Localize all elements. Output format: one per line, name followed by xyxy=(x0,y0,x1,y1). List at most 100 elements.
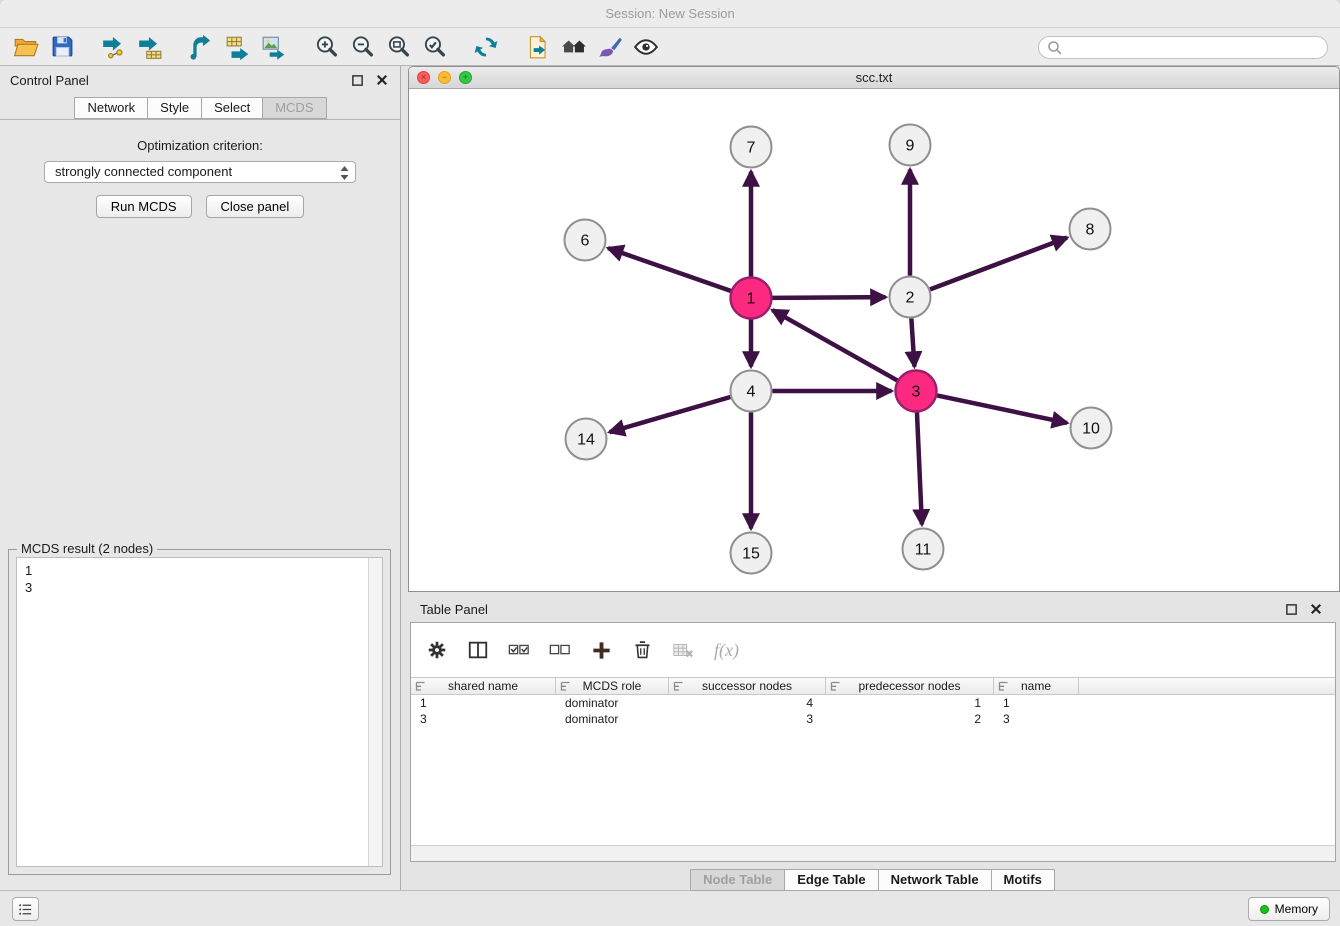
table-panel-header: Table Panel xyxy=(408,596,1336,622)
deselect-all-button[interactable] xyxy=(547,637,573,663)
edge-2-8[interactable] xyxy=(930,238,1067,290)
node-11[interactable]: 11 xyxy=(903,529,944,570)
zoom-selected-button[interactable] xyxy=(416,32,452,62)
window-titlebar[interactable]: Session: New Session xyxy=(0,0,1340,28)
column-header-filler xyxy=(1079,678,1335,694)
import-table-button[interactable] xyxy=(132,32,168,62)
delete-table-button[interactable] xyxy=(670,637,696,663)
apply-style-button[interactable] xyxy=(592,32,628,62)
zoom-window-button[interactable]: + xyxy=(459,71,472,84)
edge-1-2[interactable] xyxy=(772,297,885,298)
svg-text:8: 8 xyxy=(1086,222,1095,239)
network-graph[interactable]: 7 9 6 8 1 2 4 3 14 10 15 11 xyxy=(409,89,1339,591)
criterion-dropdown[interactable]: strongly connected component xyxy=(44,161,356,183)
edge-2-3[interactable] xyxy=(911,318,914,366)
node-4[interactable]: 4 xyxy=(731,371,772,412)
svg-text:9: 9 xyxy=(906,138,915,155)
import-network-button[interactable] xyxy=(96,32,132,62)
table-row[interactable]: 1dominator411 xyxy=(411,695,1335,711)
node-2[interactable]: 2 xyxy=(890,277,931,318)
network-window: × − + scc.txt 7 9 6 8 1 2 4 3 14 10 15 11 xyxy=(408,66,1340,592)
close-icon xyxy=(1310,603,1322,615)
network-window-titlebar[interactable]: × − + scc.txt xyxy=(409,67,1339,89)
traffic-lights: × − + xyxy=(417,71,472,84)
column-header-MCDS-role[interactable]: MCDS role xyxy=(556,678,669,694)
delete-column-button[interactable] xyxy=(629,637,655,663)
duplicate-network-button[interactable] xyxy=(520,32,556,62)
result-scrollbar[interactable] xyxy=(368,558,382,866)
result-item[interactable]: 1 xyxy=(25,562,360,579)
task-history-button[interactable] xyxy=(12,897,39,921)
edge-3-1[interactable] xyxy=(772,310,897,380)
node-1[interactable]: 1 xyxy=(731,278,772,319)
refresh-view-button[interactable] xyxy=(468,32,504,62)
column-header-predecessor-nodes[interactable]: predecessor nodes xyxy=(826,678,994,694)
edge-1-6[interactable] xyxy=(608,248,731,291)
tab-style[interactable]: Style xyxy=(147,97,202,119)
function-builder-button[interactable]: f(x) xyxy=(711,637,742,663)
memory-button[interactable]: Memory xyxy=(1248,897,1330,921)
search-box[interactable] xyxy=(1038,36,1328,59)
edge-3-10[interactable] xyxy=(937,395,1067,422)
tab-network-table[interactable]: Network Table xyxy=(878,869,992,891)
show-columns-button[interactable] xyxy=(465,637,491,663)
open-file-button[interactable] xyxy=(8,32,44,62)
close-mcds-panel-button[interactable]: Close panel xyxy=(206,195,305,218)
table-cell: 2 xyxy=(826,711,994,727)
tab-motifs[interactable]: Motifs xyxy=(991,869,1055,891)
column-header-name[interactable]: name xyxy=(994,678,1079,694)
tab-select[interactable]: Select xyxy=(201,97,263,119)
export-image-button[interactable] xyxy=(256,32,292,62)
node-table-header: shared nameMCDS rolesuccessor nodes prede… xyxy=(411,677,1335,695)
node-14[interactable]: 14 xyxy=(566,419,607,460)
zoom-fit-button[interactable] xyxy=(380,32,416,62)
trash-icon xyxy=(632,639,653,661)
node-7[interactable]: 7 xyxy=(731,127,772,168)
select-all-button[interactable] xyxy=(506,637,532,663)
zoom-out-button[interactable] xyxy=(344,32,380,62)
mcds-panel-body: Optimization criterion: strongly connect… xyxy=(0,119,400,890)
column-header-shared-name[interactable]: shared name xyxy=(411,678,556,694)
float-panel-button[interactable] xyxy=(349,72,365,88)
float-table-panel-button[interactable] xyxy=(1283,601,1299,617)
add-column-button[interactable] xyxy=(588,637,614,663)
column-header-successor-nodes[interactable]: successor nodes xyxy=(669,678,826,694)
show-hide-button[interactable] xyxy=(628,32,664,62)
result-item[interactable]: 3 xyxy=(25,579,360,596)
search-input[interactable] xyxy=(1067,41,1319,55)
svg-text:2: 2 xyxy=(906,290,915,307)
edge-3-11[interactable] xyxy=(917,412,922,524)
node-10[interactable]: 10 xyxy=(1071,408,1112,449)
table-settings-button[interactable] xyxy=(424,637,450,663)
save-session-button[interactable] xyxy=(44,32,80,62)
node-9[interactable]: 9 xyxy=(890,125,931,166)
export-table-button[interactable] xyxy=(220,32,256,62)
home-button[interactable] xyxy=(556,32,592,62)
zoom-in-button[interactable] xyxy=(308,32,344,62)
table-cell: 3 xyxy=(994,711,1079,727)
node-3[interactable]: 3 xyxy=(896,371,937,412)
tab-node-table[interactable]: Node Table xyxy=(690,869,785,891)
close-panel-button[interactable] xyxy=(374,72,390,88)
edge-4-14[interactable] xyxy=(610,397,731,432)
table-cell: 4 xyxy=(669,695,826,711)
minimize-window-button[interactable]: − xyxy=(438,71,451,84)
unchecked-boxes-icon xyxy=(548,639,572,661)
node-8[interactable]: 8 xyxy=(1070,209,1111,250)
tab-mcds[interactable]: MCDS xyxy=(262,97,326,119)
float-window-icon xyxy=(351,74,364,87)
mcds-button-row: Run MCDS Close panel xyxy=(0,195,400,218)
table-horizontal-scrollbar[interactable] xyxy=(411,845,1335,861)
table-row[interactable]: 3dominator323 xyxy=(411,711,1335,727)
node-15[interactable]: 15 xyxy=(731,533,772,574)
home-icon xyxy=(560,34,588,60)
close-table-panel-button[interactable] xyxy=(1308,601,1324,617)
new-network-from-selection-button[interactable] xyxy=(184,32,220,62)
column-label: predecessor nodes xyxy=(858,679,960,693)
close-window-button[interactable]: × xyxy=(417,71,430,84)
tab-network[interactable]: Network xyxy=(74,97,148,119)
node-6[interactable]: 6 xyxy=(565,220,606,261)
mcds-result-list: 13 xyxy=(18,559,367,865)
run-mcds-button[interactable]: Run MCDS xyxy=(96,195,192,218)
tab-edge-table[interactable]: Edge Table xyxy=(784,869,878,891)
